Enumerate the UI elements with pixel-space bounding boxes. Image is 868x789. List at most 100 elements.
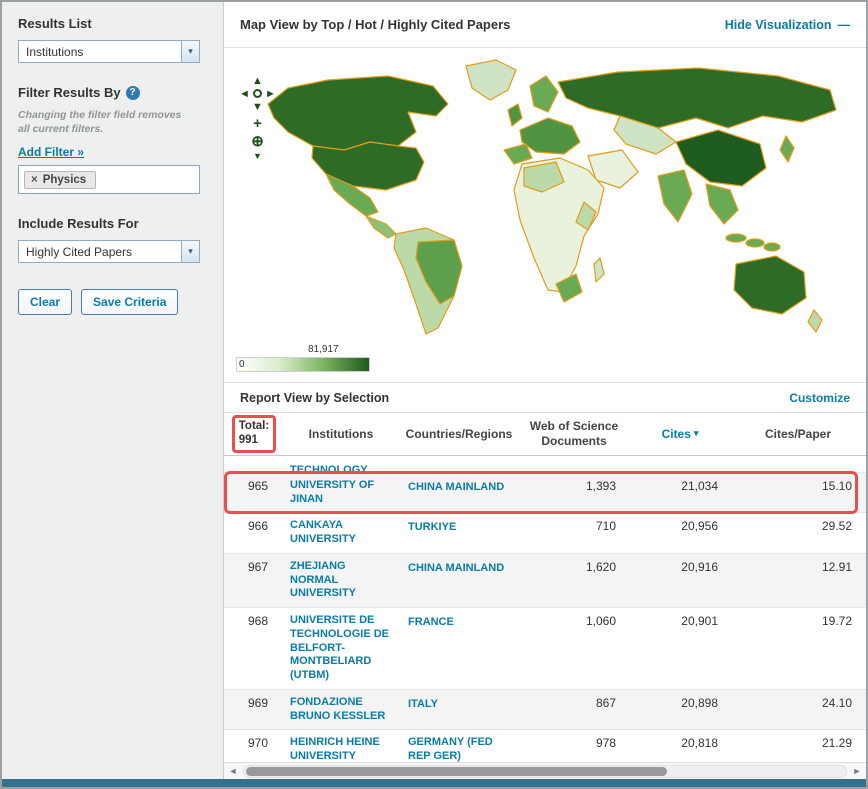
legend-max-label: 81,917 bbox=[308, 344, 339, 355]
choropleth-world-map[interactable] bbox=[258, 52, 858, 352]
country-link[interactable]: CHINA MAINLAND bbox=[408, 481, 504, 495]
table-row-968[interactable]: 968 UNIVERSITE DE TECHNOLOGIE DE BELFORT… bbox=[224, 608, 866, 690]
institutions-header[interactable]: Institutions bbox=[282, 425, 400, 443]
rank-cell: 965 bbox=[248, 478, 269, 493]
institution-link[interactable]: ZHEJIANG NORMAL UNIVERSITY bbox=[290, 560, 392, 601]
country-link[interactable]: FRANCE bbox=[408, 616, 454, 630]
add-filter-link[interactable]: Add Filter » bbox=[18, 145, 84, 159]
documents-cell: 1,060 bbox=[585, 614, 616, 628]
cites-per-paper-cell: 24.10 bbox=[821, 695, 852, 710]
clear-button[interactable]: Clear bbox=[18, 289, 73, 316]
legend-min-label: 0 bbox=[239, 359, 245, 370]
include-results-dropdown[interactable]: Highly Cited Papers ▾ bbox=[18, 240, 200, 264]
countries-header[interactable]: Countries/Regions bbox=[400, 425, 518, 443]
results-list-value: Institutions bbox=[26, 44, 84, 59]
globe-icon[interactable]: ⊕ bbox=[251, 134, 264, 149]
pan-down-icon[interactable]: ▼ bbox=[252, 101, 263, 113]
hide-visualization-link[interactable]: Hide Visualization — bbox=[725, 18, 850, 32]
map-central-america bbox=[365, 215, 397, 239]
results-table: Total: 991 Institutions Countries/Region… bbox=[224, 413, 866, 779]
country-link[interactable]: CHINA MAINLAND bbox=[408, 562, 504, 576]
documents-cell: 1,620 bbox=[585, 559, 616, 574]
map-view-header: Map View by Top / Hot / Highly Cited Pap… bbox=[224, 2, 866, 48]
remove-filter-icon[interactable]: × bbox=[31, 174, 38, 186]
table-row-partial-top[interactable]: TECHNOLOGY bbox=[224, 456, 866, 473]
institution-link[interactable]: TECHNOLOGY bbox=[290, 464, 368, 472]
table-row-966[interactable]: 966 CANKAYA UNIVERSITY TURKIYE 710 20,95… bbox=[224, 513, 866, 554]
results-list-label: Results List bbox=[18, 16, 92, 31]
documents-cell: 867 bbox=[595, 695, 616, 710]
table-row-965[interactable]: 965 UNIVERSITY OF JINAN CHINA MAINLAND 1… bbox=[224, 470, 866, 515]
table-row-970[interactable]: 970 HEINRICH HEINE UNIVERSITY DUSSELDORF… bbox=[224, 730, 866, 762]
report-view-title: Report View by Selection bbox=[240, 390, 390, 405]
institution-link[interactable]: UNIVERSITY OF JINAN bbox=[290, 479, 392, 507]
table-body: TECHNOLOGY 965 UNIVERSITY OF JINAN CHINA… bbox=[224, 456, 866, 762]
total-value: 991 bbox=[238, 434, 258, 447]
filter-hint-text: Changing the filter field removes all cu… bbox=[18, 109, 182, 135]
filter-tag-label: Physics bbox=[42, 174, 87, 187]
report-view-header: Report View by Selection Customize bbox=[224, 383, 866, 413]
customize-link[interactable]: Customize bbox=[789, 391, 850, 405]
pan-center-icon bbox=[253, 89, 262, 98]
cites-cell: 20,956 bbox=[681, 519, 718, 534]
map-china bbox=[675, 129, 767, 187]
filter-sidebar: Results List Institutions ▾ Filter Resul… bbox=[2, 2, 224, 779]
scrollbar-track[interactable] bbox=[243, 764, 847, 778]
cites-cell: 21,034 bbox=[681, 478, 718, 493]
cites-header[interactable]: Cites ▾ bbox=[630, 425, 730, 443]
country-link[interactable]: TURKIYE bbox=[408, 521, 456, 535]
map-pan-control[interactable]: ▲ ◄ ► ▼ bbox=[238, 74, 277, 113]
help-icon[interactable]: ? bbox=[125, 85, 140, 100]
save-criteria-button[interactable]: Save Criteria bbox=[81, 289, 179, 316]
scroll-left-icon[interactable]: ◄ bbox=[225, 766, 241, 776]
include-results-label: Include Results For bbox=[18, 216, 139, 232]
results-list-dropdown[interactable]: Institutions ▾ bbox=[18, 40, 200, 63]
institution-link[interactable]: UNIVERSITE DE TECHNOLOGIE DE BELFORT-MON… bbox=[290, 614, 392, 683]
total-label: Total: bbox=[238, 420, 270, 432]
filter-tag-physics[interactable]: × Physics bbox=[24, 171, 97, 190]
scrollbar-thumb[interactable] bbox=[246, 766, 668, 776]
table-row-967[interactable]: 967 ZHEJIANG NORMAL UNIVERSITY CHINA MAI… bbox=[224, 553, 866, 608]
map-southeast-asia bbox=[705, 183, 739, 225]
main-panel: Map View by Top / Hot / Highly Cited Pap… bbox=[224, 2, 866, 779]
cites-cell: 20,901 bbox=[681, 614, 718, 628]
scroll-right-icon[interactable]: ► bbox=[849, 766, 865, 776]
world-map-visualization[interactable]: ▲ ◄ ► ▼ + ⊕ ▼ 0 81,917 bbox=[224, 48, 866, 383]
cites-cell: 20,818 bbox=[681, 736, 718, 751]
pan-right-icon[interactable]: ► bbox=[265, 88, 276, 100]
annotation-box-total: Total: 991 bbox=[231, 415, 277, 453]
include-results-value: Highly Cited Papers bbox=[26, 244, 133, 259]
institution-link[interactable]: HEINRICH HEINE UNIVERSITY DUSSELDORF bbox=[290, 736, 392, 762]
map-indonesia bbox=[725, 233, 747, 243]
rank-cell: 970 bbox=[248, 736, 269, 751]
map-russia bbox=[557, 67, 837, 129]
cites-per-paper-cell: 12.91 bbox=[821, 559, 852, 574]
map-australia bbox=[733, 255, 807, 315]
horizontal-scrollbar[interactable]: ◄ ► bbox=[224, 762, 866, 779]
map-color-legend: 0 81,917 bbox=[236, 344, 370, 372]
map-expand-icon[interactable]: ▼ bbox=[253, 152, 262, 161]
map-greenland bbox=[465, 59, 517, 101]
zoom-in-icon[interactable]: + bbox=[253, 116, 262, 131]
institution-link[interactable]: FONDAZIONE BRUNO KESSLER bbox=[290, 696, 392, 724]
map-europe bbox=[519, 117, 581, 155]
cites-per-paper-header[interactable]: Cites/Paper bbox=[730, 425, 866, 443]
country-link[interactable]: GERMANY (FED REP GER) bbox=[408, 736, 510, 762]
documents-header[interactable]: Web of Science Documents bbox=[518, 417, 630, 450]
pan-left-icon[interactable]: ◄ bbox=[239, 88, 250, 100]
cites-per-paper-cell: 29.52 bbox=[821, 519, 852, 534]
hide-visualization-label: Hide Visualization bbox=[724, 17, 832, 32]
documents-cell: 978 bbox=[595, 736, 616, 751]
map-view-title: Map View by Top / Hot / Highly Cited Pap… bbox=[240, 17, 511, 32]
institution-link[interactable]: CANKAYA UNIVERSITY bbox=[290, 519, 392, 547]
cites-cell: 20,916 bbox=[681, 559, 718, 574]
cites-per-paper-cell: 21.29 bbox=[821, 736, 852, 751]
rank-cell: 967 bbox=[248, 559, 269, 574]
country-link[interactable]: ITALY bbox=[408, 698, 438, 712]
map-india bbox=[657, 169, 693, 223]
chevron-down-icon: ▾ bbox=[181, 241, 199, 263]
pan-up-icon[interactable]: ▲ bbox=[252, 75, 263, 87]
table-row-969[interactable]: 969 FONDAZIONE BRUNO KESSLER ITALY 867 2… bbox=[224, 689, 866, 731]
map-usa bbox=[311, 141, 425, 191]
map-new-zealand bbox=[807, 309, 823, 333]
